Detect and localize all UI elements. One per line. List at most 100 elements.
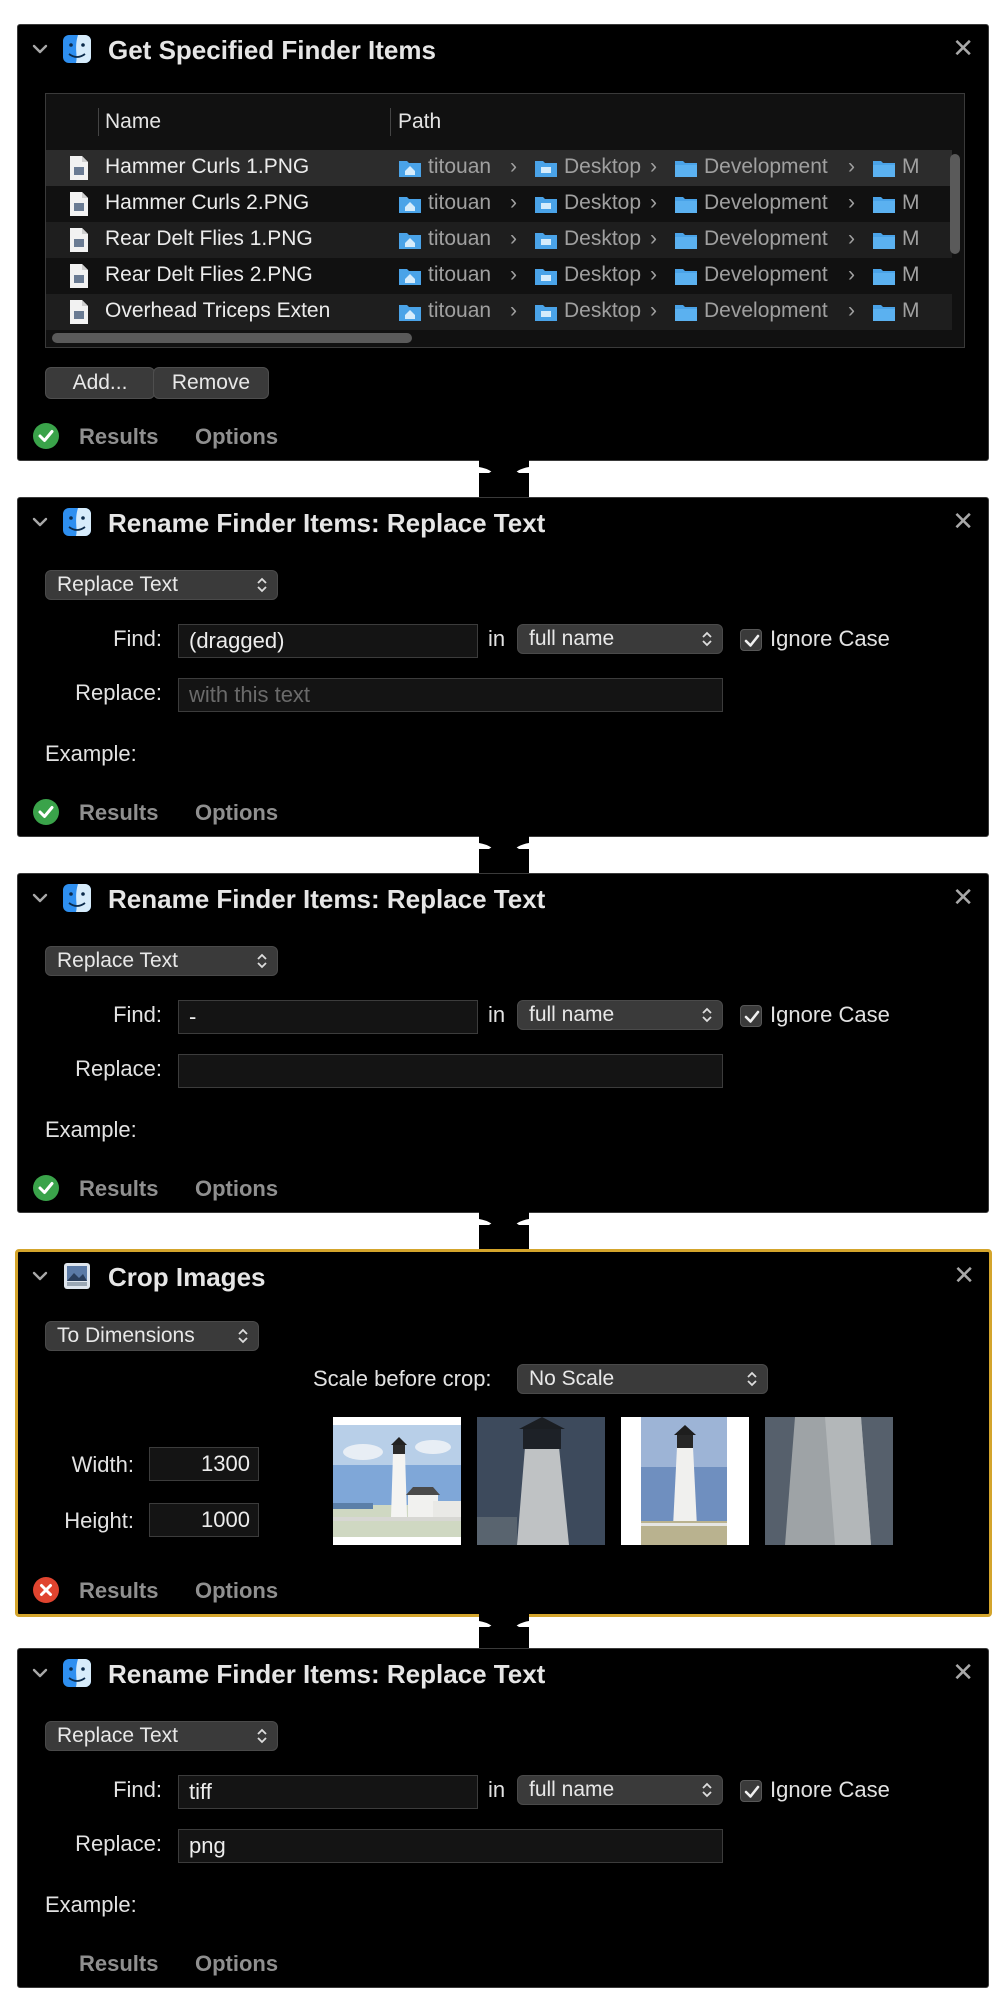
replace-field[interactable]: [178, 1054, 723, 1088]
up-down-arrows-icon: [257, 1729, 267, 1743]
scope-popup[interactable]: full name: [517, 1775, 723, 1805]
path-component: titouan: [428, 191, 492, 214]
ignore-case-checkbox[interactable]: [740, 1780, 762, 1802]
png-file-icon: [70, 264, 88, 288]
action-crop-images[interactable]: Crop Images ✕ To Dimensions Scale before…: [15, 1249, 992, 1617]
file-name: Rear Delt Flies 2.PNG: [105, 263, 313, 286]
column-separator: [390, 108, 391, 136]
find-field[interactable]: tiff: [178, 1775, 478, 1809]
close-icon[interactable]: ✕: [952, 884, 974, 910]
up-down-arrows-icon: [702, 1783, 712, 1797]
options-tab[interactable]: Options: [195, 424, 278, 450]
preview-thumbnail-1: [333, 1417, 461, 1545]
path-cell: titouan › Desktop › Development › M: [398, 294, 958, 330]
action-connector: [479, 1613, 529, 1651]
folder-icon: [872, 266, 896, 291]
ignore-case-checkbox[interactable]: [740, 629, 762, 651]
replace-field[interactable]: with this text: [178, 678, 723, 712]
options-tab[interactable]: Options: [195, 800, 278, 826]
up-down-arrows-icon: [702, 632, 712, 646]
close-icon[interactable]: ✕: [953, 1262, 975, 1288]
folder-icon: [872, 230, 896, 255]
options-tab[interactable]: Options: [195, 1176, 278, 1202]
options-tab[interactable]: Options: [195, 1578, 278, 1604]
width-label: Width:: [71, 1452, 134, 1477]
desktop-folder-icon: [534, 302, 558, 327]
finder-icon: [62, 1658, 92, 1688]
preview-thumbnail-2: [477, 1417, 605, 1545]
path-component: titouan: [428, 299, 492, 322]
height-field[interactable]: 1000: [149, 1503, 259, 1537]
action-connector: [479, 835, 529, 873]
ignore-case-checkbox[interactable]: [740, 1005, 762, 1027]
close-icon[interactable]: ✕: [952, 508, 974, 534]
chevron-down-icon[interactable]: [30, 39, 50, 59]
close-icon[interactable]: ✕: [952, 1659, 974, 1685]
horizontal-scrollbar[interactable]: [52, 333, 412, 343]
vertical-scrollbar[interactable]: [950, 154, 960, 254]
action-rename-replace-text-1: Rename Finder Items: Replace Text ✕ Repl…: [17, 497, 989, 837]
table-row[interactable]: Hammer Curls 1.PNG titouan › Desktop › Devel…: [46, 150, 952, 186]
finder-items-table[interactable]: Name Path Hammer Curls 1.PNG titouan › Des…: [45, 93, 965, 348]
chevron-down-icon[interactable]: [30, 888, 50, 908]
action-rename-replace-text-2: Rename Finder Items: Replace Text ✕ Repl…: [17, 873, 989, 1213]
ignore-case-label: Ignore Case: [770, 1777, 890, 1802]
file-name: Rear Delt Flies 1.PNG: [105, 227, 313, 250]
checkmark-icon: [744, 1010, 760, 1023]
file-name: Hammer Curls 2.PNG: [105, 191, 310, 214]
path-separator-icon: ›: [848, 155, 855, 178]
results-tab[interactable]: Results: [79, 800, 158, 826]
results-tab[interactable]: Results: [79, 1951, 158, 1977]
mode-popup[interactable]: Replace Text: [45, 570, 278, 600]
results-tab[interactable]: Results: [79, 1578, 158, 1604]
up-down-arrows-icon: [747, 1372, 757, 1386]
png-file-icon: [70, 300, 88, 324]
mode-popup[interactable]: Replace Text: [45, 946, 278, 976]
path-component: Desktop: [564, 191, 642, 214]
table-row[interactable]: Rear Delt Flies 1.PNG titouan › Desktop › De…: [46, 222, 952, 258]
table-row[interactable]: Hammer Curls 2.PNG titouan › Desktop › Devel…: [46, 186, 952, 222]
scope-popup[interactable]: full name: [517, 1000, 723, 1030]
width-field[interactable]: 1300: [149, 1447, 259, 1481]
error-x-icon: [32, 1576, 60, 1604]
mode-popup[interactable]: Replace Text: [45, 1721, 278, 1751]
column-header-path[interactable]: Path: [398, 110, 441, 134]
folder-icon: [674, 266, 698, 291]
crop-mode-popup[interactable]: To Dimensions: [45, 1321, 259, 1351]
remove-button[interactable]: Remove: [153, 367, 269, 399]
up-down-arrows-icon: [702, 1008, 712, 1022]
add-button[interactable]: Add...: [45, 367, 155, 399]
home-folder-icon: [398, 158, 422, 183]
table-row[interactable]: Overhead Triceps Extensi titouan › Desktop…: [46, 294, 952, 330]
folder-icon: [872, 194, 896, 219]
path-component: Desktop: [564, 299, 642, 322]
options-tab[interactable]: Options: [195, 1951, 278, 1977]
path-component: M: [902, 191, 920, 214]
close-icon[interactable]: ✕: [952, 35, 974, 61]
chevron-down-icon[interactable]: [30, 512, 50, 532]
scope-popup[interactable]: full name: [517, 624, 723, 654]
replace-label: Replace:: [75, 1831, 162, 1856]
scope-value: full name: [529, 1003, 615, 1026]
scope-value: full name: [529, 1778, 615, 1801]
results-tab[interactable]: Results: [79, 424, 158, 450]
action-get-specified-finder-items: Get Specified Finder Items ✕ Name Path H…: [17, 24, 989, 461]
path-component: titouan: [428, 263, 492, 286]
preview-icon: [64, 1263, 90, 1289]
find-field[interactable]: -: [178, 1000, 478, 1034]
find-label: Find:: [113, 626, 162, 651]
replace-field[interactable]: png: [178, 1829, 723, 1863]
preview-thumbnail-3: [621, 1417, 749, 1545]
table-row[interactable]: Rear Delt Flies 2.PNG titouan › Desktop › De…: [46, 258, 952, 294]
in-label: in: [488, 1777, 506, 1802]
finder-icon: [62, 34, 92, 64]
column-header-name[interactable]: Name: [105, 110, 161, 134]
action-header: Rename Finder Items: Replace Text ✕: [18, 498, 988, 554]
results-tab[interactable]: Results: [79, 1176, 158, 1202]
chevron-down-icon[interactable]: [30, 1663, 50, 1683]
path-separator-icon: ›: [848, 263, 855, 286]
scale-popup[interactable]: No Scale: [517, 1364, 768, 1394]
chevron-down-icon[interactable]: [30, 1266, 50, 1286]
find-field[interactable]: (dragged): [178, 624, 478, 658]
desktop-folder-icon: [534, 230, 558, 255]
